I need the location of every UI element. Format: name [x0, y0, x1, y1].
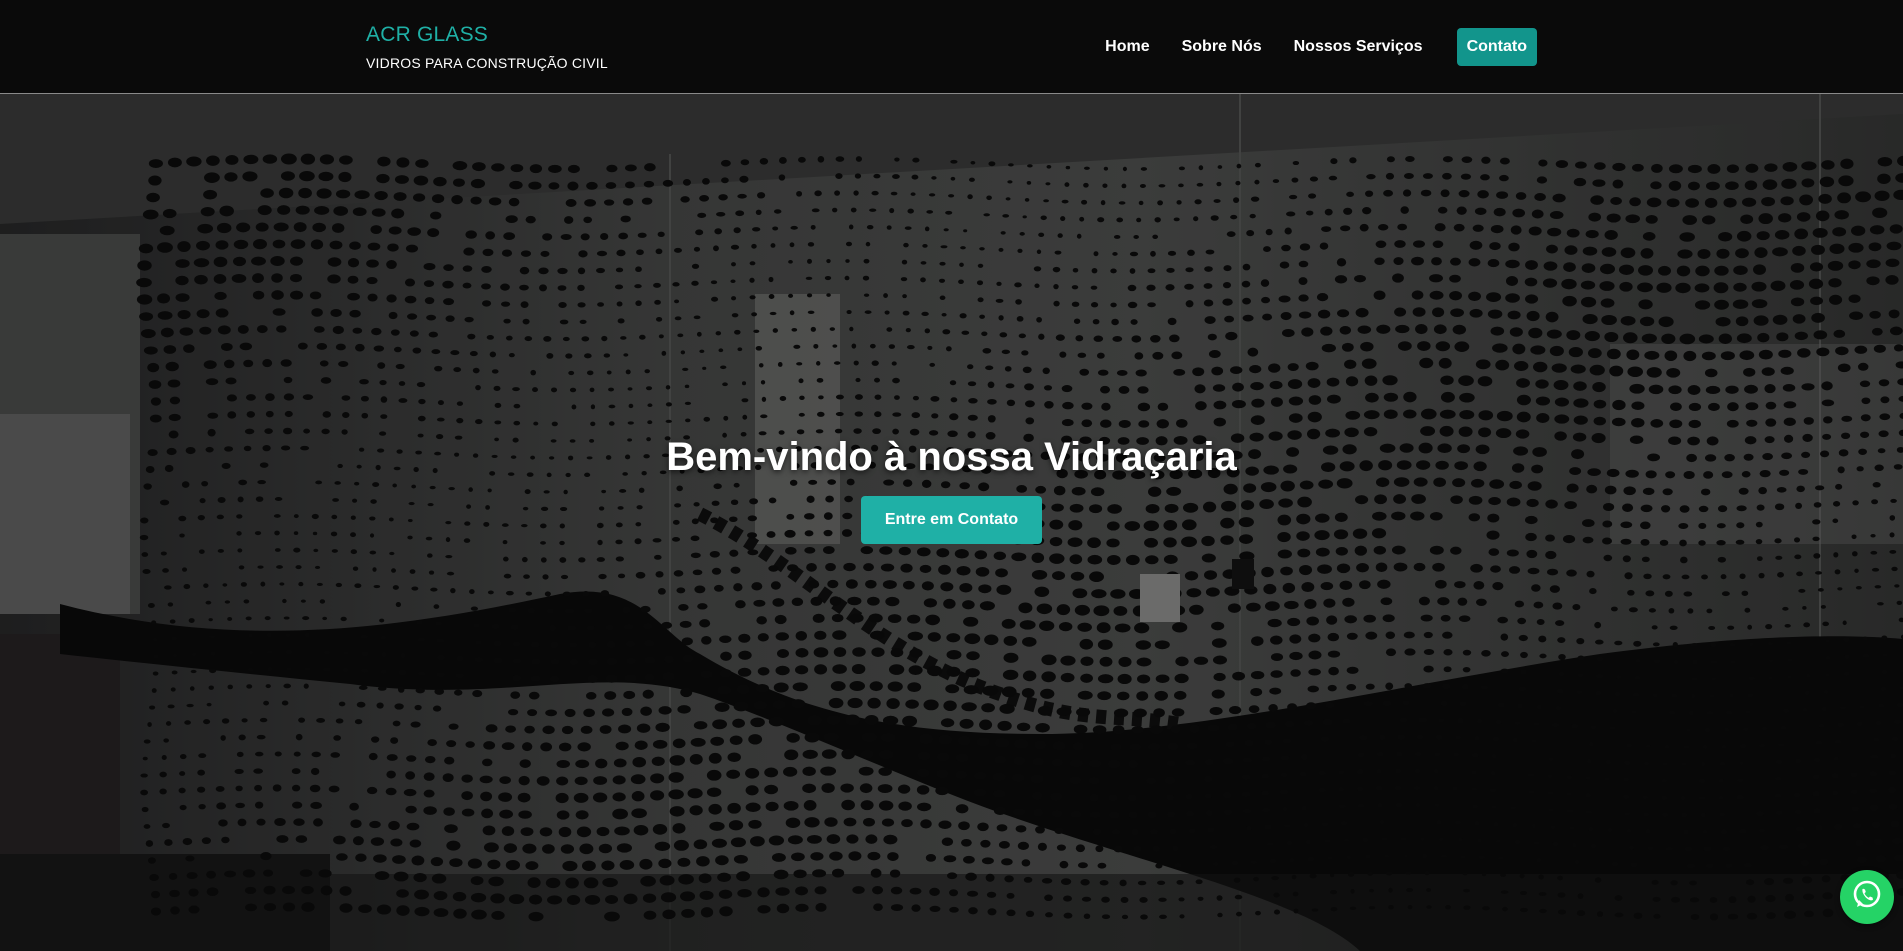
whatsapp-button[interactable]: [1840, 870, 1894, 924]
site-header: ACR GLASS VIDROS PARA CONSTRUÇÃO CIVIL H…: [0, 0, 1903, 94]
main-nav: Home Sobre Nós Nossos Serviços Contato: [1089, 28, 1537, 66]
hero-section: Bem-vindo à nossa Vidraçaria Entre em Co…: [0, 94, 1903, 951]
page: ACR GLASS VIDROS PARA CONSTRUÇÃO CIVIL H…: [0, 0, 1903, 951]
nav-contato[interactable]: Contato: [1456, 28, 1537, 66]
whatsapp-icon: [1850, 878, 1884, 917]
hero-content: Bem-vindo à nossa Vidraçaria Entre em Co…: [0, 434, 1903, 544]
nav-home[interactable]: Home: [1089, 29, 1165, 65]
brand[interactable]: ACR GLASS VIDROS PARA CONSTRUÇÃO CIVIL: [366, 22, 608, 72]
brand-name[interactable]: ACR GLASS: [366, 22, 608, 48]
contact-cta-button[interactable]: Entre em Contato: [860, 496, 1043, 544]
nav-nossos-servicos[interactable]: Nossos Serviços: [1278, 29, 1439, 65]
brand-tagline: VIDROS PARA CONSTRUÇÃO CIVIL: [366, 55, 608, 71]
nav-sobre-nos[interactable]: Sobre Nós: [1166, 29, 1278, 65]
hero-title: Bem-vindo à nossa Vidraçaria: [666, 435, 1237, 479]
